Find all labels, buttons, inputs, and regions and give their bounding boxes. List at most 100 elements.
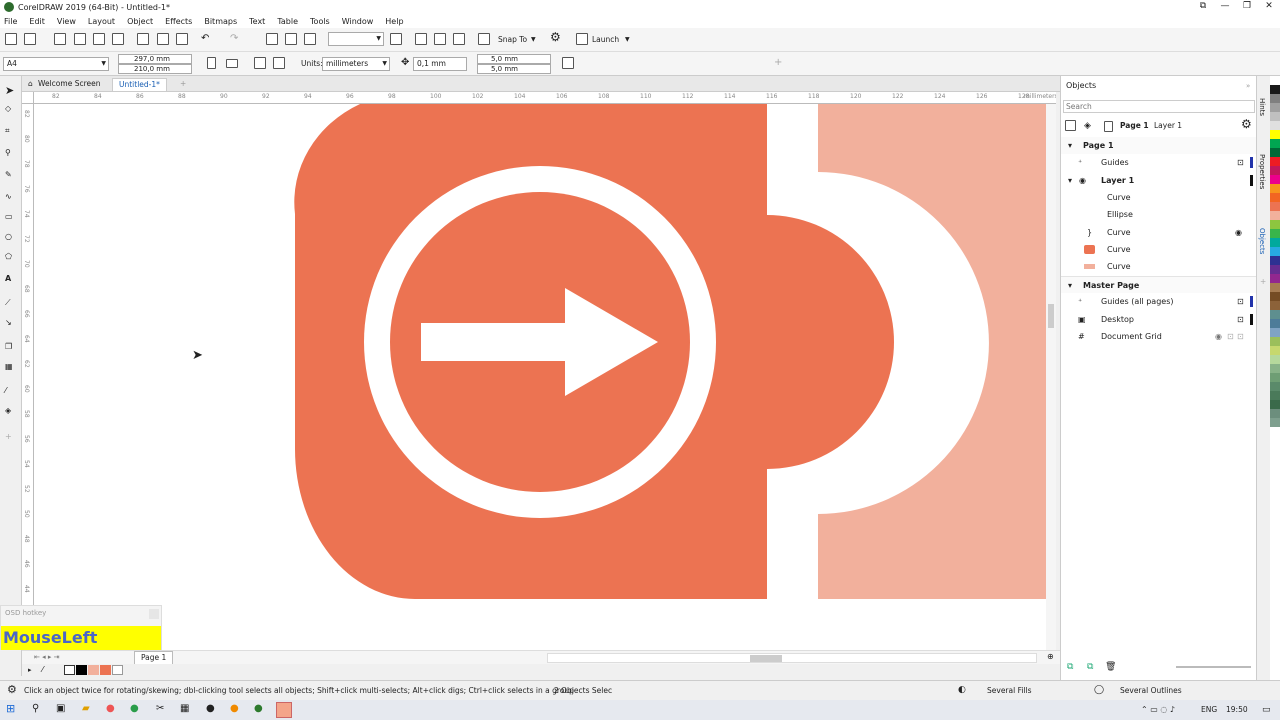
palette-swatch[interactable] [1270, 310, 1280, 319]
clock-time[interactable]: 19:50 [1226, 704, 1248, 716]
restore-helper-icon[interactable]: ⧉ [1192, 0, 1214, 14]
menu-layout[interactable]: Layout [88, 17, 115, 26]
publish-pdf-icon[interactable] [304, 33, 316, 45]
palette-swatch[interactable] [1270, 85, 1280, 94]
tree-row-master-page[interactable]: ▾ Master Page [1061, 276, 1257, 293]
interactive-fill-icon[interactable]: ◈ [5, 406, 17, 418]
vertical-scroll-thumb[interactable] [1048, 304, 1054, 328]
units-combo[interactable]: millimeters ▼ [322, 57, 390, 71]
expand-icon[interactable]: ▾ [1068, 172, 1072, 189]
menu-view[interactable]: View [57, 17, 76, 26]
full-screen-icon[interactable] [390, 33, 402, 45]
thumbnail-size-slider[interactable] [1176, 666, 1251, 668]
palette-swatch[interactable] [1270, 121, 1280, 130]
vertical-ruler[interactable]: 82 80 78 76 74 72 70 68 66 64 62 60 58 56 54 52 50 48 46 44… [22, 104, 34, 650]
tray-icons[interactable]: ⌃ ▭ ◌ ♪ [1141, 704, 1175, 716]
parallel-dimension-icon[interactable]: ⟋ [5, 298, 17, 310]
save-icon[interactable] [54, 33, 66, 45]
menu-table[interactable]: Table [277, 17, 298, 26]
chrome-icon[interactable]: ● [130, 703, 139, 715]
taskbar-app-icon-3[interactable]: ▦ [180, 703, 189, 715]
expand-icon[interactable]: ▾ [1068, 277, 1072, 294]
page-border-icon[interactable] [562, 57, 574, 69]
all-pages-icon[interactable] [254, 57, 266, 69]
tree-row-page-1[interactable]: ▾ Page 1 [1061, 137, 1257, 154]
duplicate-y-field[interactable]: 5,0 mm [477, 64, 551, 74]
taskbar-app-icon-5[interactable]: ● [230, 703, 239, 715]
landscape-icon[interactable] [226, 59, 238, 68]
palette-swatch[interactable] [1270, 364, 1280, 373]
taskbar-search-icon[interactable]: ⚲ [32, 703, 39, 715]
lock-icon[interactable]: ⊡ [1237, 328, 1244, 345]
rectangle-tool-icon[interactable]: ▭ [5, 212, 17, 224]
first-page-icon[interactable]: ⇤ ◂ ▸ ⇥ [34, 651, 59, 663]
start-windows-icon[interactable]: ⊞ [6, 703, 15, 715]
lock-icon[interactable]: ⊡ [1237, 154, 1244, 171]
portrait-icon[interactable] [207, 57, 216, 69]
taskbar-app-icon-4[interactable]: ● [206, 703, 215, 715]
palette-swatch[interactable] [1270, 166, 1280, 175]
palette-swatch[interactable] [1270, 211, 1280, 220]
close-button[interactable]: ✕ [1258, 0, 1280, 14]
transparency-icon[interactable]: ▦ [5, 362, 17, 374]
fill-status-text[interactable]: Several Fills [987, 685, 1032, 697]
palette-swatch[interactable] [1270, 94, 1280, 103]
tab-objects[interactable]: Objects [1258, 228, 1266, 254]
tree-row-curve[interactable]: } Curve ◉ [1061, 224, 1257, 241]
palette-swatch[interactable] [1270, 391, 1280, 400]
new-master-layer-icon[interactable]: ⧉ [1087, 661, 1093, 673]
horizontal-scrollbar[interactable] [547, 653, 1037, 663]
outline-pen-icon[interactable]: ◯ [1094, 684, 1104, 696]
open-folder-icon[interactable] [24, 33, 36, 45]
tab-properties[interactable]: Properties [1258, 154, 1266, 189]
page-size-combo[interactable]: A4 ▼ [3, 57, 109, 71]
drawing-canvas[interactable]: ➤ [34, 104, 1046, 650]
palette-swatch[interactable] [1270, 265, 1280, 274]
objects-settings-gear-icon[interactable]: ⚙ [1241, 118, 1252, 130]
palette-swatch[interactable] [1270, 292, 1280, 301]
palette-swatch[interactable] [1270, 247, 1280, 256]
menu-text[interactable]: Text [249, 17, 265, 26]
palette-swatch[interactable] [1270, 319, 1280, 328]
palette-swatch[interactable] [1270, 301, 1280, 310]
undo-icon[interactable]: ↶ [201, 33, 209, 45]
palette-swatch[interactable] [1270, 220, 1280, 229]
connector-tool-icon[interactable]: ↘ [5, 318, 17, 330]
page-height-field[interactable]: 210,0 mm [118, 64, 192, 74]
tree-row-layer-1[interactable]: ▾ ◉ Layer 1 [1061, 172, 1257, 189]
tree-row-guides-all-pages[interactable]: ⁺ Guides (all pages) ⊡ [1061, 293, 1257, 310]
palette-swatch[interactable] [1270, 409, 1280, 418]
import-icon[interactable] [266, 33, 278, 45]
cut-icon[interactable] [137, 33, 149, 45]
palette-swatch[interactable] [1270, 238, 1280, 247]
text-tool-icon[interactable]: A [5, 274, 17, 286]
tree-row-guides[interactable]: ⁺ Guides ⊡ [1061, 154, 1257, 171]
navigator-zoom-icon[interactable]: ⊕ [1047, 651, 1054, 663]
notifications-icon[interactable]: ▭ [1262, 704, 1271, 716]
vertical-scrollbar[interactable] [1046, 104, 1056, 650]
snap-to-dropdown-icon[interactable]: ▼ [531, 34, 536, 46]
palette-swatch[interactable] [1270, 139, 1280, 148]
menu-edit[interactable]: Edit [29, 17, 45, 26]
palette-expand-icon[interactable]: ▸ [28, 664, 32, 676]
tree-row-curve[interactable]: Curve [1061, 189, 1257, 206]
tree-row-desktop[interactable]: ▣ Desktop ⊡ [1061, 311, 1257, 328]
menu-help[interactable]: Help [385, 17, 403, 26]
palette-swatch[interactable] [1270, 274, 1280, 283]
palette-swatch[interactable] [1270, 355, 1280, 364]
page-width-field[interactable]: 297,0 mm [118, 54, 192, 64]
redo-icon[interactable]: ↷ [230, 33, 238, 45]
pick-tool-icon[interactable]: ➤ [5, 84, 17, 97]
white-swatch[interactable] [112, 665, 123, 675]
crop-tool-icon[interactable]: ⌗ [5, 126, 17, 138]
taskbar-app-icon-2[interactable]: ✂ [156, 703, 164, 715]
polygon-tool-icon[interactable]: ⬠ [5, 252, 17, 264]
menu-tools[interactable]: Tools [310, 17, 330, 26]
add-docker-icon[interactable]: + [1260, 276, 1266, 288]
palette-swatch[interactable] [1270, 202, 1280, 211]
tab-untitled-1[interactable]: Untitled-1* [112, 78, 167, 91]
menu-object[interactable]: Object [127, 17, 153, 26]
tab-welcome-screen[interactable]: Welcome Screen [32, 78, 106, 91]
export-icon[interactable] [285, 33, 297, 45]
palette-swatch[interactable] [1270, 400, 1280, 409]
